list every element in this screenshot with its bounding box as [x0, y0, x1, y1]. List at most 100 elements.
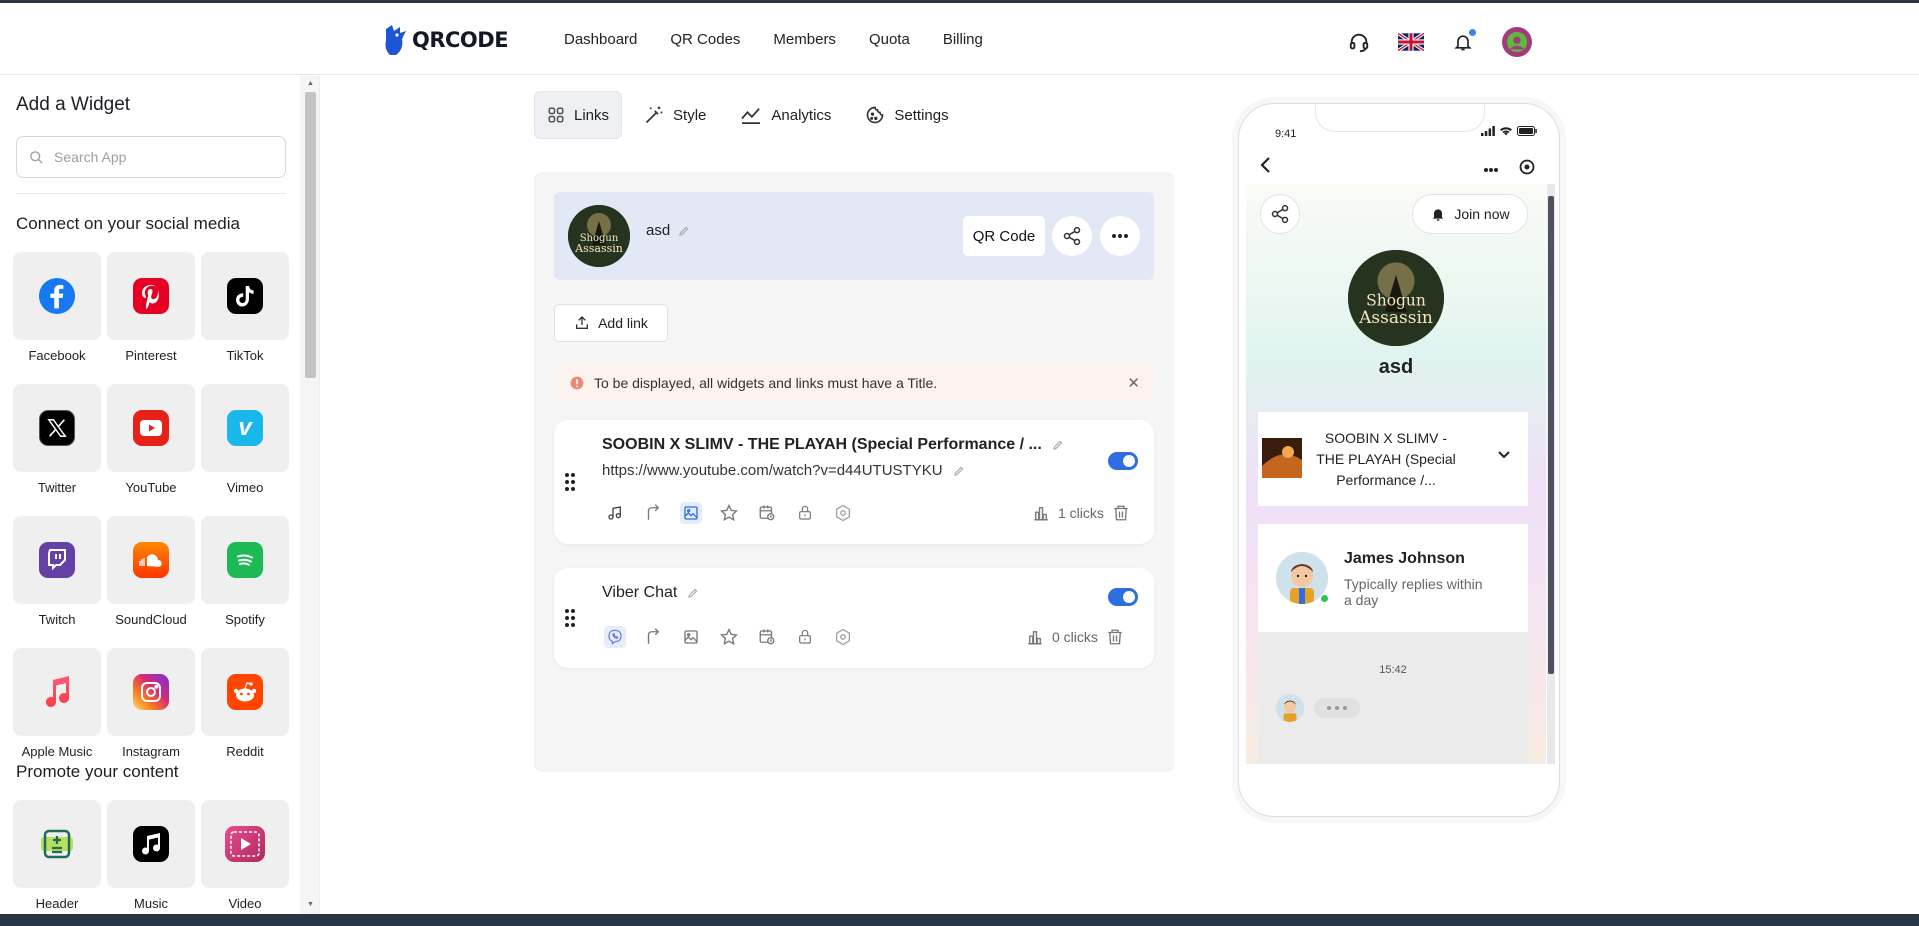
settings-hex-icon[interactable] — [832, 502, 854, 524]
nav-qr-codes[interactable]: QR Codes — [670, 31, 740, 48]
nav-billing[interactable]: Billing — [943, 31, 983, 48]
tiktok-icon — [227, 278, 263, 314]
lock-icon[interactable] — [794, 502, 816, 524]
magic-wand-icon — [645, 106, 663, 124]
edit-pencil-icon[interactable] — [1052, 439, 1064, 451]
trash-icon[interactable] — [1112, 504, 1130, 522]
qr-code-button[interactable]: QR Code — [963, 216, 1045, 256]
widget-video[interactable]: Video — [201, 800, 289, 914]
phone-profile-name: asd — [1378, 356, 1414, 378]
bell-filled-icon — [1433, 209, 1444, 221]
star-icon[interactable] — [718, 626, 740, 648]
support-headset-icon[interactable] — [1346, 29, 1372, 55]
phone-scroll-thumb[interactable] — [1548, 196, 1554, 674]
nav-members[interactable]: Members — [773, 31, 836, 48]
link-title[interactable]: SOOBIN X SLIMV - THE PLAYAH (Special Per… — [602, 436, 1042, 454]
widget-label: YouTube — [125, 480, 177, 495]
edit-pencil-icon[interactable] — [678, 225, 690, 237]
link-url[interactable]: https://www.youtube.com/watch?v=d44UTUST… — [602, 462, 943, 479]
link-title[interactable]: Viber Chat — [602, 584, 677, 602]
tab-style[interactable]: Style — [632, 91, 718, 139]
widget-facebook[interactable]: Facebook — [13, 252, 101, 372]
widget-spotify[interactable]: Spotify — [201, 516, 289, 636]
spotify-icon — [227, 542, 263, 578]
x-icon — [39, 410, 75, 446]
edit-pencil-icon[interactable] — [687, 587, 699, 599]
more-options-button[interactable] — [1100, 216, 1140, 256]
lock-icon[interactable] — [794, 626, 816, 648]
profile-avatar[interactable]: Shogun Assassin — [568, 205, 630, 267]
widget-twitch[interactable]: Twitch — [13, 516, 101, 636]
search-box[interactable] — [16, 136, 286, 178]
phone-share-button[interactable] — [1260, 194, 1300, 234]
widget-tiktok[interactable]: TikTok — [201, 252, 289, 372]
apple-music-icon — [46, 676, 69, 707]
join-now-button[interactable]: Join now — [1412, 194, 1528, 234]
widget-label: Spotify — [225, 612, 265, 627]
profile-name-row: asd — [646, 222, 690, 239]
widget-music[interactable]: Music — [107, 800, 195, 914]
widget-label: SoundCloud — [115, 612, 187, 627]
trash-icon[interactable] — [1106, 628, 1124, 646]
top-header: QRCODE Dashboard QR Codes Members Quota … — [0, 3, 1919, 75]
phone-target-icon[interactable] — [1519, 159, 1535, 180]
schedule-icon[interactable] — [756, 502, 778, 524]
widget-twitter[interactable]: Twitter — [13, 384, 101, 504]
link-enabled-toggle[interactable] — [1108, 452, 1138, 470]
music-note-icon[interactable] — [604, 502, 626, 524]
redirect-icon[interactable] — [642, 626, 664, 648]
scroll-down-arrow-icon[interactable]: ▼ — [305, 900, 316, 910]
logo-text: QRCODE — [412, 28, 509, 52]
bell-icon[interactable] — [1450, 29, 1476, 55]
nav-quota[interactable]: Quota — [869, 31, 910, 48]
tab-settings[interactable]: Settings — [853, 91, 960, 139]
profile-card: Shogun Assassin asd QR Code — [554, 192, 1154, 280]
user-avatar[interactable] — [1502, 27, 1532, 57]
image-icon[interactable] — [680, 626, 702, 648]
widget-label: Music — [134, 896, 168, 911]
link-enabled-toggle[interactable] — [1108, 588, 1138, 606]
drag-handle-icon[interactable] — [564, 472, 576, 492]
logo[interactable]: QRCODE — [382, 23, 509, 57]
add-link-button[interactable]: Add link — [554, 304, 668, 342]
tab-analytics[interactable]: Analytics — [728, 91, 843, 139]
star-icon[interactable] — [718, 502, 740, 524]
widget-header[interactable]: Header — [13, 800, 101, 914]
scroll-up-arrow-icon[interactable]: ▲ — [305, 79, 316, 89]
warning-circle-icon — [570, 376, 584, 390]
search-input[interactable] — [54, 149, 264, 165]
widget-label: Header — [35, 896, 79, 911]
widget-instagram[interactable]: Instagram — [107, 648, 195, 768]
close-icon[interactable]: ✕ — [1127, 374, 1140, 392]
viber-icon[interactable] — [604, 626, 626, 648]
image-icon[interactable] — [680, 502, 702, 524]
link-clicks: 0 clicks — [1026, 628, 1124, 646]
link-url-row: https://www.youtube.com/watch?v=d44UTUST… — [602, 462, 965, 479]
redirect-icon[interactable] — [642, 502, 664, 524]
widget-reddit[interactable]: Reddit — [201, 648, 289, 768]
title-warning-alert: To be displayed, all widgets and links m… — [554, 364, 1154, 402]
widget-soundcloud[interactable]: SoundCloud — [107, 516, 195, 636]
nav-dashboard[interactable]: Dashboard — [564, 31, 637, 48]
phone-music-widget[interactable]: SOOBIN X SLIMV - THE PLAYAH (Special Per… — [1258, 412, 1528, 506]
settings-hex-icon[interactable] — [832, 626, 854, 648]
widget-vimeo[interactable]: v Vimeo — [201, 384, 289, 504]
music-icon — [133, 826, 169, 862]
taskbar-strip — [0, 914, 1919, 926]
sidebar-scroll-thumb[interactable] — [305, 92, 316, 378]
edit-pencil-icon[interactable] — [953, 465, 965, 477]
widget-pinterest[interactable]: Pinterest — [107, 252, 195, 372]
phone-more-icon[interactable] — [1483, 160, 1499, 176]
language-uk-flag-icon[interactable] — [1398, 29, 1424, 55]
widget-apple-music[interactable]: Apple Music — [13, 648, 101, 768]
share-button[interactable] — [1052, 216, 1092, 256]
widget-youtube[interactable]: YouTube — [107, 384, 195, 504]
phone-back-chevron-icon[interactable] — [1259, 156, 1271, 180]
phone-chat-widget[interactable]: James Johnson Typically replies within a… — [1258, 524, 1528, 764]
reddit-icon — [227, 674, 263, 710]
schedule-icon[interactable] — [756, 626, 778, 648]
tab-links[interactable]: Links — [534, 91, 623, 139]
drag-handle-icon[interactable] — [564, 608, 576, 628]
chevron-down-icon[interactable] — [1498, 446, 1510, 462]
tab-label: Analytics — [771, 106, 832, 124]
